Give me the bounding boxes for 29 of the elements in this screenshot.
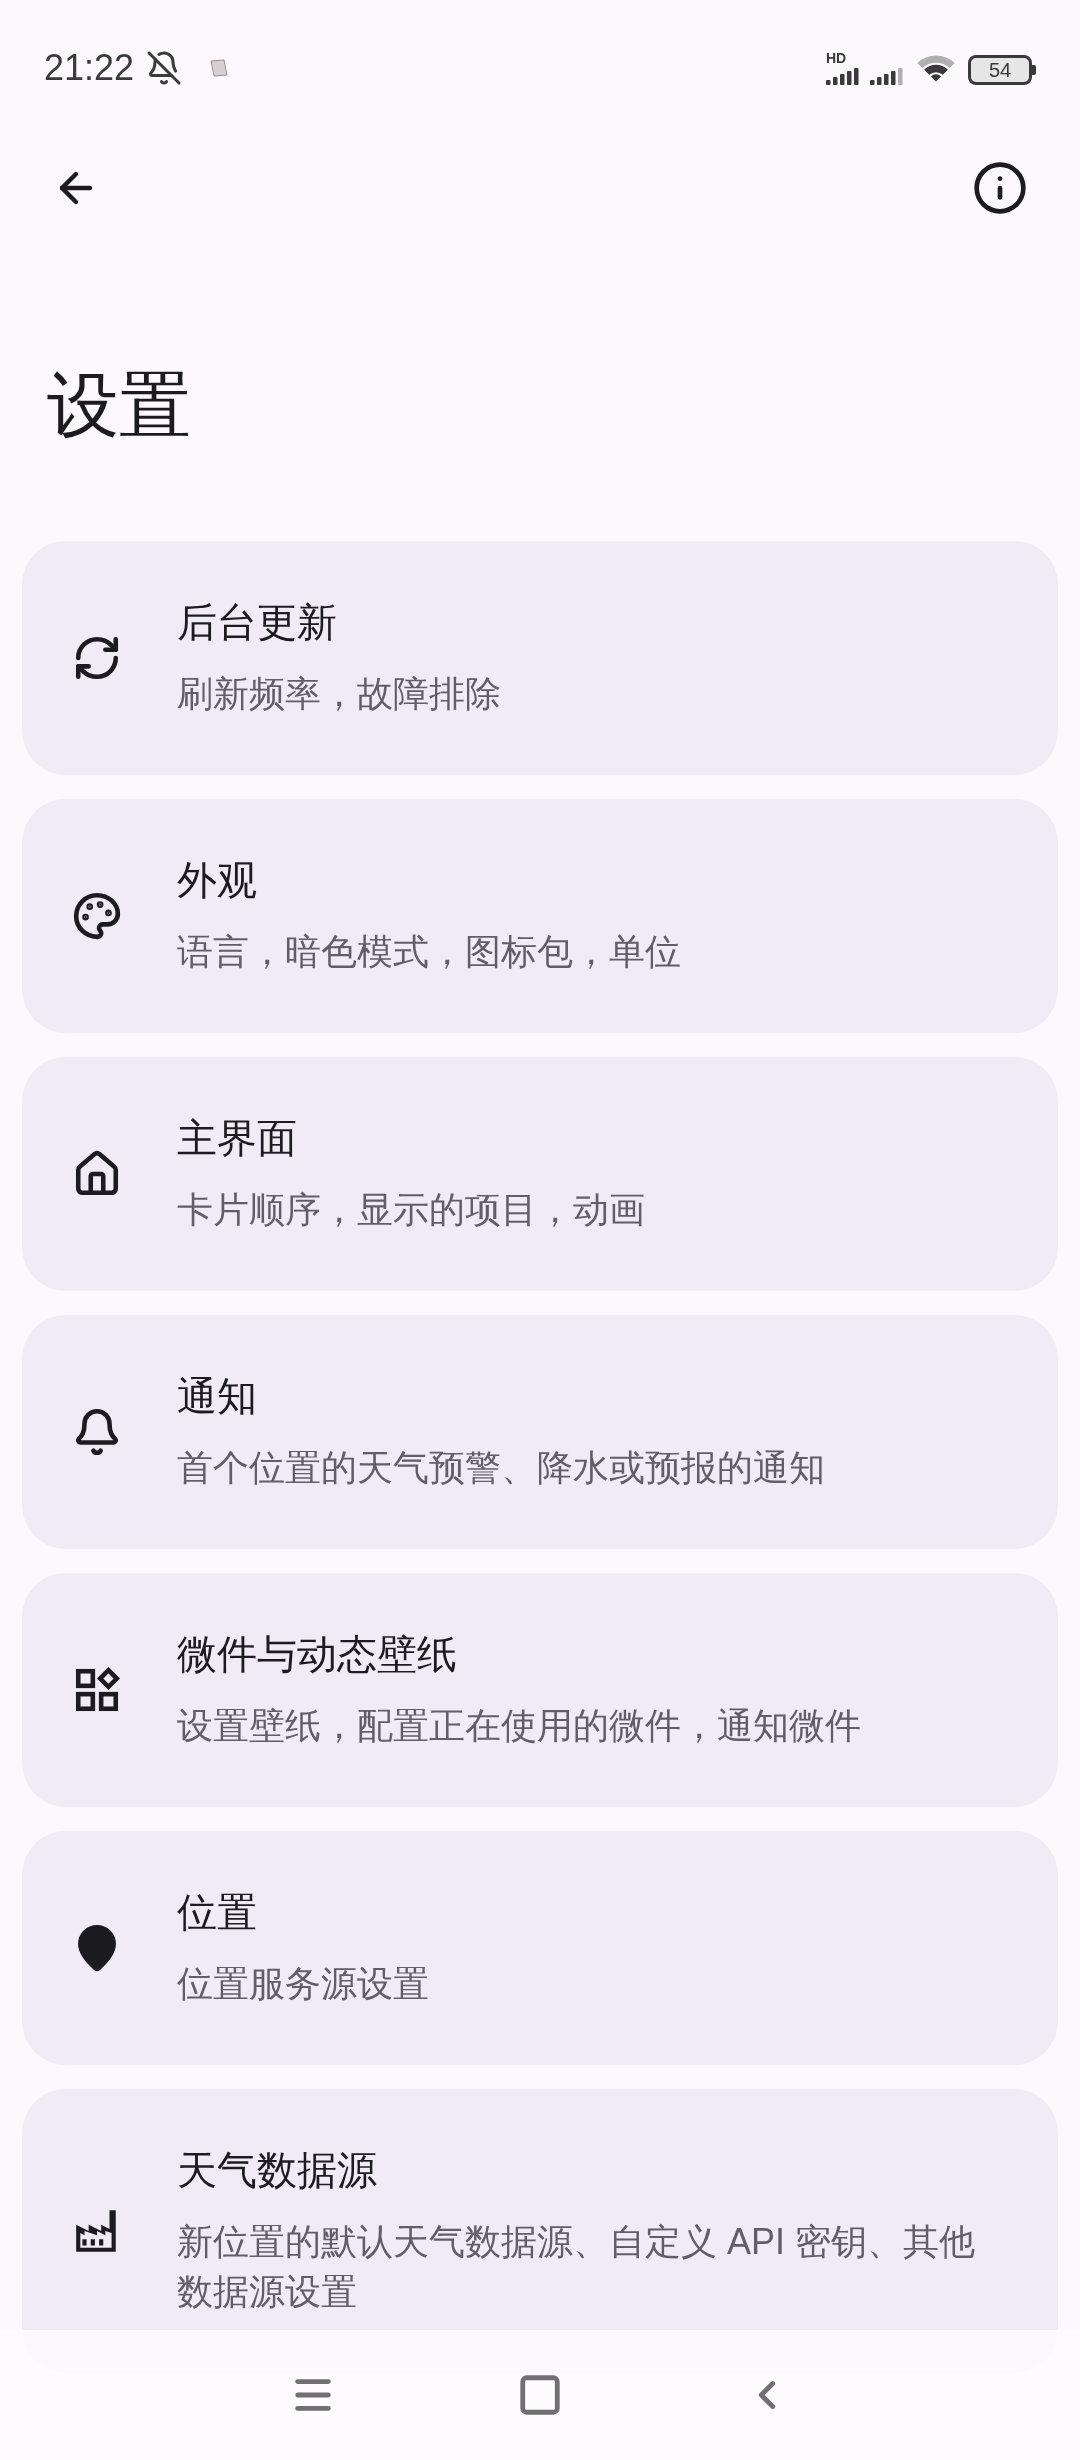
network-label: HD <box>826 50 847 65</box>
info-icon <box>972 160 1028 216</box>
page-title: 设置 <box>46 364 192 447</box>
card-subtitle: 新位置的默认天气数据源、自定义 API 密钥、其他数据源设置 <box>177 2220 977 2314</box>
card-title: 外观 <box>177 857 258 904</box>
card-title: 位置 <box>177 1889 258 1936</box>
settings-card[interactable]: 微件与动态壁纸 设置壁纸，配置正在使用的微件，通知微件 <box>22 1573 1058 1807</box>
square-icon <box>517 2372 563 2418</box>
palette-icon <box>72 891 122 941</box>
card-title: 天气数据源 <box>177 2147 378 2194</box>
info-button[interactable] <box>972 160 1028 216</box>
card-title: 微件与动态壁纸 <box>177 1631 458 1678</box>
settings-card[interactable]: 外观 语言，暗色模式，图标包，单位 <box>22 799 1058 1033</box>
card-subtitle: 首个位置的天气预警、降水或预报的通知 <box>177 1446 825 1490</box>
battery-level: 54 <box>988 59 1012 80</box>
card-subtitle: 卡片顺序，显示的项目，动画 <box>177 1188 645 1232</box>
settings-card[interactable]: 通知 首个位置的天气预警、降水或预报的通知 <box>22 1315 1058 1549</box>
card-title: 通知 <box>177 1373 258 1420</box>
settings-card[interactable]: 位置 位置服务源设置 <box>22 1831 1058 2065</box>
bell-off-icon <box>146 49 183 86</box>
card-subtitle: 语言，暗色模式，图标包，单位 <box>177 930 681 974</box>
card-title: 后台更新 <box>177 599 338 646</box>
status-time: 21:22 <box>44 45 135 90</box>
settings-card[interactable]: 主界面 卡片顺序，显示的项目，动画 <box>22 1057 1058 1291</box>
settings-card[interactable]: 后台更新 刷新频率，故障排除 <box>22 541 1058 775</box>
card-subtitle: 位置服务源设置 <box>177 1962 429 2006</box>
card-subtitle: 刷新频率，故障排除 <box>177 672 501 716</box>
card-title: 主界面 <box>177 1115 298 1162</box>
card-subtitle: 设置壁纸，配置正在使用的微件，通知微件 <box>177 1704 861 1748</box>
